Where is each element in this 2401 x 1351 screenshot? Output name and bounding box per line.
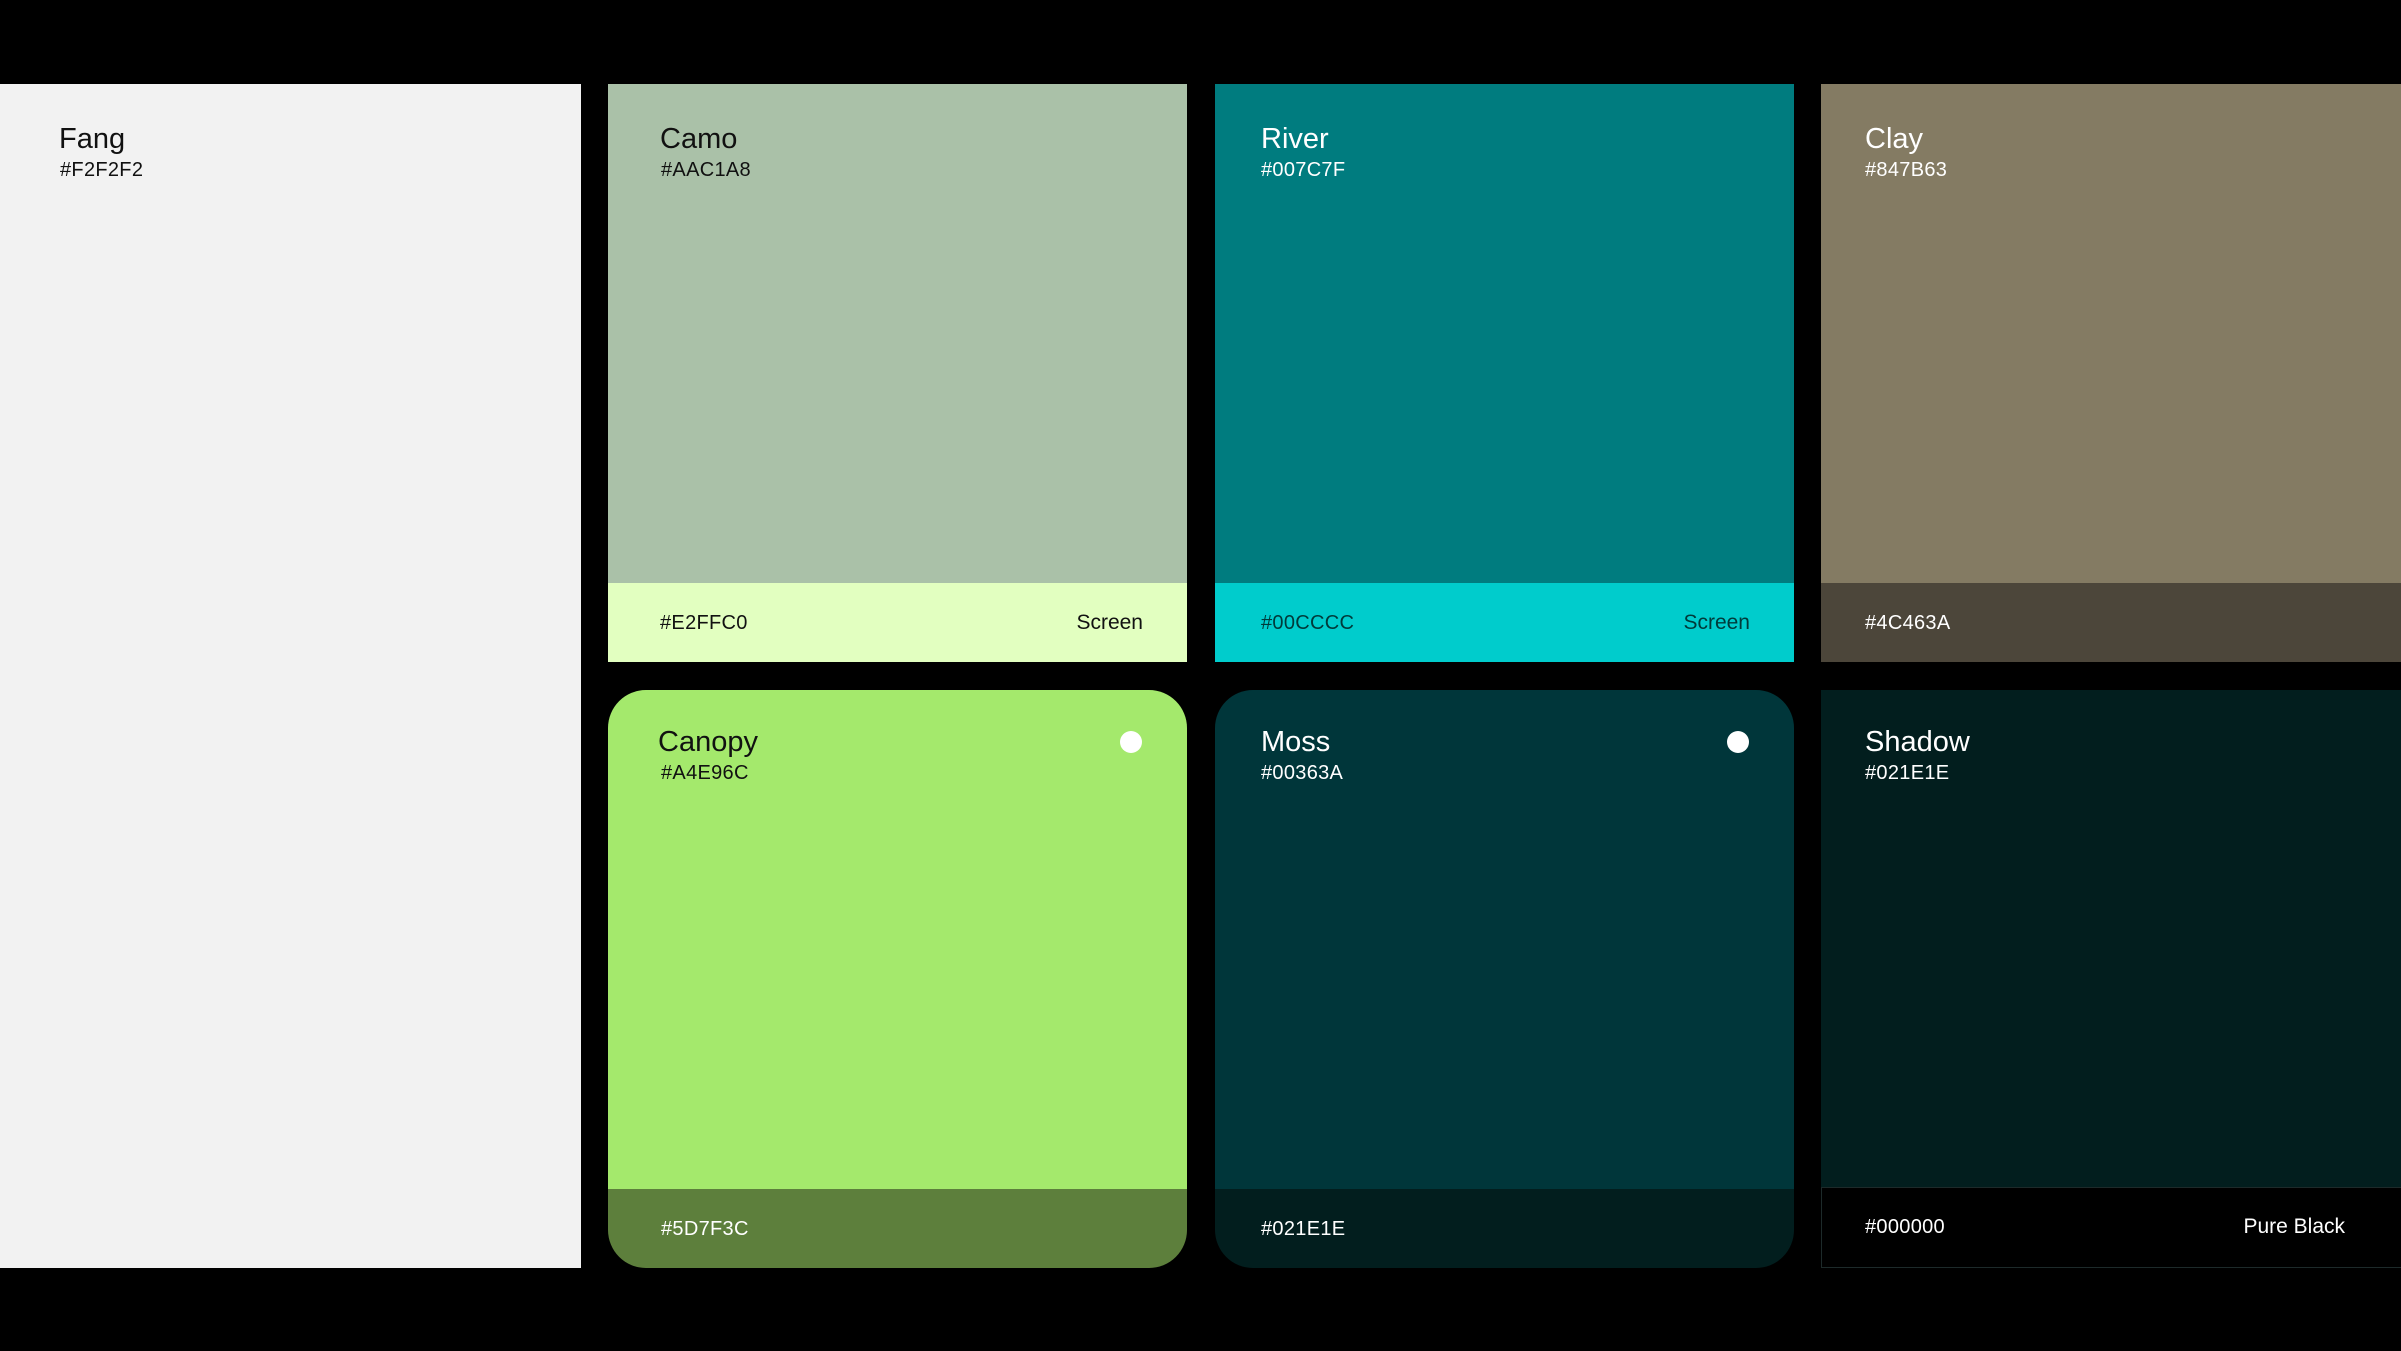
swatch-name: Clay	[1865, 123, 1924, 155]
swatch-sub-bar: #5D7F3C	[608, 1189, 1187, 1268]
swatch-name: Camo	[660, 123, 738, 155]
swatch-hex: #021E1E	[1865, 762, 1950, 784]
swatch-hex: #A4E96C	[661, 762, 749, 784]
swatch-river: River #007C7F #00CCCC Screen	[1215, 84, 1794, 662]
swatch-main-area: Shadow #021E1E	[1821, 690, 2401, 1189]
swatch-hex: #AAC1A8	[661, 159, 751, 181]
swatch-name: River	[1261, 123, 1329, 155]
sub-tag: Pure Black	[2243, 1215, 2345, 1238]
swatch-name: Fang	[59, 123, 126, 155]
indicator-dot-icon	[1120, 731, 1142, 753]
sub-hex: #5D7F3C	[661, 1218, 749, 1240]
swatch-hex: #007C7F	[1261, 159, 1346, 181]
swatch-clay: Clay #847B63 #4C463A	[1821, 84, 2401, 662]
sub-hex: #021E1E	[1261, 1218, 1346, 1240]
sub-hex: #00CCCC	[1261, 612, 1355, 634]
swatch-hex: #847B63	[1865, 159, 1948, 181]
swatch-sub-bar: #E2FFC0 Screen	[608, 583, 1187, 662]
swatch-hex: #F2F2F2	[60, 159, 144, 181]
sub-hex: #000000	[1865, 1216, 1945, 1238]
swatch-sub-bar: #4C463A	[1821, 583, 2401, 662]
sub-tag: Screen	[1683, 611, 1750, 634]
swatch-moss: Moss #00363A #021E1E	[1215, 690, 1794, 1268]
sub-hex: #4C463A	[1865, 612, 1951, 634]
swatch-name: Moss	[1261, 726, 1331, 758]
sub-hex: #E2FFC0	[660, 612, 748, 634]
sub-tag: Screen	[1076, 611, 1143, 634]
swatch-hex: #00363A	[1261, 762, 1344, 784]
swatch-main-area: Canopy #A4E96C	[608, 690, 1187, 1189]
swatch-main-area: Moss #00363A	[1215, 690, 1794, 1189]
swatch-sub-bar: #000000 Pure Black	[1821, 1187, 2401, 1268]
swatch-sub-bar: #00CCCC Screen	[1215, 583, 1794, 662]
swatch-main-area: Clay #847B63	[1821, 84, 2401, 583]
swatch-name: Shadow	[1865, 726, 1970, 758]
swatch-shadow: Shadow #021E1E #000000 Pure Black	[1821, 690, 2401, 1268]
swatch-name: Canopy	[658, 726, 758, 758]
indicator-dot-icon	[1727, 731, 1749, 753]
swatch-fang: Fang #F2F2F2	[0, 84, 581, 1268]
swatch-camo: Camo #AAC1A8 #E2FFC0 Screen	[608, 84, 1187, 662]
swatch-main-area: River #007C7F	[1215, 84, 1794, 583]
swatch-canopy: Canopy #A4E96C #5D7F3C	[608, 690, 1187, 1268]
swatch-main-area: Camo #AAC1A8	[608, 84, 1187, 583]
swatch-sub-bar: #021E1E	[1215, 1189, 1794, 1268]
